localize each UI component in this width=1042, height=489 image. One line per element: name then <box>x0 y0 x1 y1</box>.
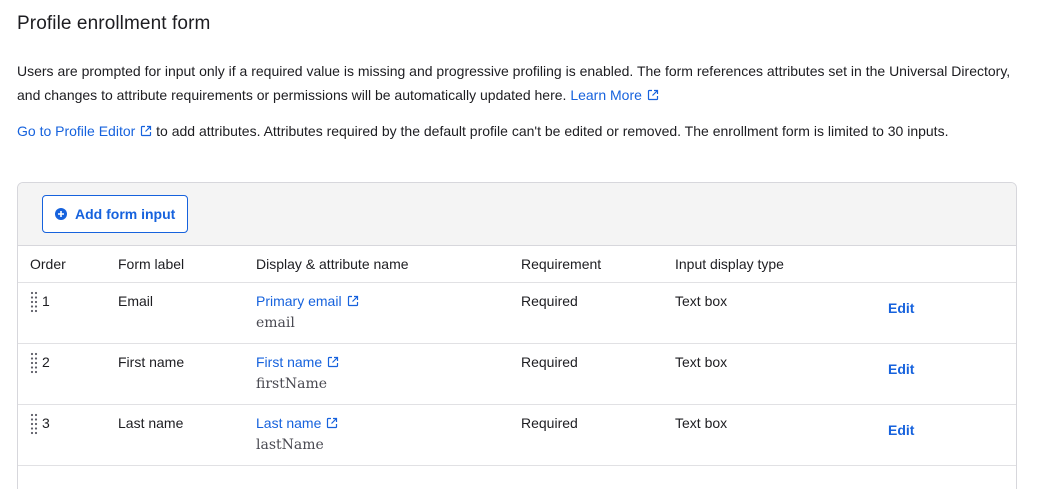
plus-circle-icon <box>55 208 67 220</box>
order-number: 2 <box>42 353 50 370</box>
edit-button[interactable]: Edit <box>888 300 914 316</box>
requirement-cell: Required <box>521 282 675 344</box>
requirement-cell: Required <box>521 343 675 405</box>
table-row: 2 First name First name firstName Requir… <box>18 343 1016 405</box>
external-link-icon <box>326 417 338 429</box>
header-form-label: Form label <box>118 246 256 283</box>
drag-handle-icon[interactable] <box>30 352 38 374</box>
display-name-label: Primary email <box>256 292 342 309</box>
header-input-type: Input display type <box>675 246 888 283</box>
order-cell: 2 <box>18 343 118 405</box>
header-requirement: Requirement <box>521 246 675 283</box>
page-title: Profile enrollment form <box>17 13 211 34</box>
edit-button[interactable]: Edit <box>888 422 914 438</box>
table-header-row: Order Form label Display & attribute nam… <box>18 246 1016 283</box>
edit-cell: Edit <box>888 343 1016 405</box>
input-type-cell: Text box <box>675 404 888 466</box>
edit-button[interactable]: Edit <box>888 361 914 377</box>
external-link-icon <box>140 125 152 137</box>
external-link-icon <box>647 89 659 101</box>
add-form-input-label: Add form input <box>75 206 176 222</box>
external-link-icon <box>327 356 339 368</box>
order-cell: 3 <box>18 404 118 466</box>
editor-note-paragraph: Go to Profile Editor to add attributes. … <box>17 119 1017 143</box>
attribute-name: lastName <box>256 436 324 453</box>
editor-note-text: to add attributes. Attributes required b… <box>156 123 949 139</box>
form-label-cell: Email <box>118 282 256 344</box>
display-name-link[interactable]: First name <box>256 354 339 370</box>
order-cell: 1 <box>18 282 118 344</box>
display-name-label: First name <box>256 353 323 370</box>
edit-cell: Edit <box>888 404 1016 466</box>
header-display-name: Display & attribute name <box>256 246 521 283</box>
form-inputs-table: Order Form label Display & attribute nam… <box>18 246 1016 466</box>
table-row: 1 Email Primary email email Required Tex… <box>18 282 1016 344</box>
drag-handle-icon[interactable] <box>30 413 38 435</box>
learn-more-label: Learn More <box>570 87 642 103</box>
learn-more-link[interactable]: Learn More <box>570 87 659 103</box>
header-actions <box>888 246 1016 283</box>
external-link-icon <box>347 295 359 307</box>
display-name-cell: Last name lastName <box>256 404 521 466</box>
profile-editor-link[interactable]: Go to Profile Editor <box>17 123 152 139</box>
header-order: Order <box>18 246 118 283</box>
display-name-cell: Primary email email <box>256 282 521 344</box>
attribute-name: firstName <box>256 375 327 392</box>
display-name-cell: First name firstName <box>256 343 521 405</box>
display-name-link[interactable]: Last name <box>256 415 338 431</box>
table-row: 3 Last name Last name lastName Required … <box>18 404 1016 466</box>
display-name-link[interactable]: Primary email <box>256 293 359 309</box>
display-name-label: Last name <box>256 414 322 431</box>
profile-editor-label: Go to Profile Editor <box>17 123 136 139</box>
panel-toolbar: Add form input <box>18 183 1016 246</box>
add-form-input-button[interactable]: Add form input <box>42 195 188 233</box>
edit-cell: Edit <box>888 282 1016 344</box>
order-number: 1 <box>42 292 50 309</box>
form-label-cell: Last name <box>118 404 256 466</box>
attribute-name: email <box>256 314 295 331</box>
intro-text: Users are prompted for input only if a r… <box>17 63 1011 103</box>
enrollment-form-panel: Add form input Order Form label Display … <box>17 182 1017 489</box>
requirement-cell: Required <box>521 404 675 466</box>
intro-paragraph: Users are prompted for input only if a r… <box>17 59 1017 107</box>
drag-handle-icon[interactable] <box>30 291 38 313</box>
form-label-cell: First name <box>118 343 256 405</box>
input-type-cell: Text box <box>675 343 888 405</box>
order-number: 3 <box>42 414 50 431</box>
input-type-cell: Text box <box>675 282 888 344</box>
